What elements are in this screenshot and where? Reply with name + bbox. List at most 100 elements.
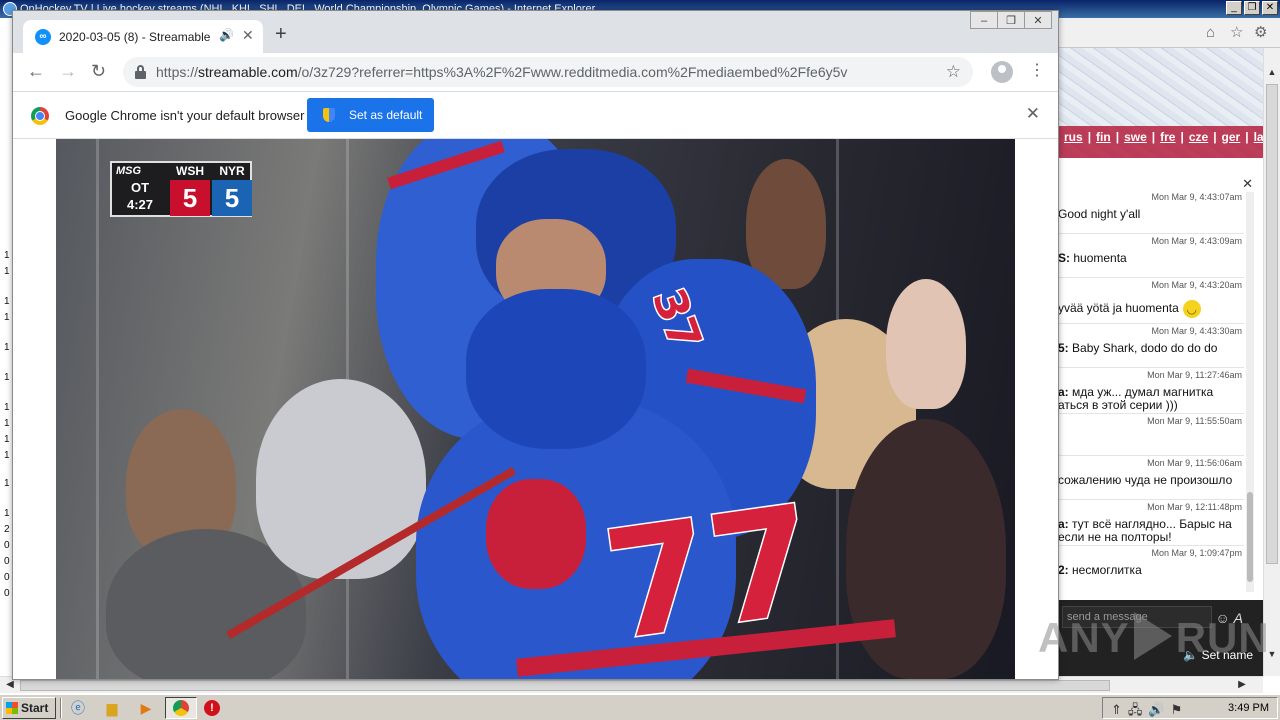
infobar-close-icon[interactable]: ✕ — [1026, 104, 1040, 124]
left-strip-char: 1 — [4, 402, 10, 413]
chat-timestamp: Mon Mar 9, 4:43:07am — [1151, 192, 1242, 202]
ie-restore-button[interactable]: ❐ — [1244, 1, 1260, 15]
chat-message: Mon Mar 9, 11:55:50am — [1058, 414, 1244, 456]
home-icon[interactable]: ⌂ — [1206, 25, 1215, 41]
address-bar[interactable]: https://streamable.com/o/3z729?referrer=… — [123, 57, 973, 87]
chat-message: Mon Mar 9, 11:27:46am a: мда уж... думал… — [1058, 368, 1244, 414]
url-text[interactable]: https://streamable.com/o/3z729?referrer=… — [156, 64, 847, 80]
chat-body: тут всё наглядно... Барыс на — [1072, 517, 1232, 531]
language-links: rus | fin | swe | fre | cze | ger | la — [1064, 130, 1263, 144]
spectator-hand — [886, 279, 966, 409]
windows-flag-icon — [6, 702, 18, 714]
reload-icon[interactable]: ↻ — [91, 62, 106, 80]
favorites-star-icon[interactable]: ☆ — [1230, 25, 1243, 41]
chat-body: yvää yötä ja huomenta — [1058, 301, 1179, 316]
scorebug: MSG OT 4:27 WSH 5 NYR 5 — [110, 161, 252, 217]
chat-body: huomenta — [1073, 251, 1127, 265]
lang-link-ger[interactable]: ger — [1222, 130, 1241, 144]
watermark-text-right: RUN — [1175, 614, 1270, 661]
scroll-up-icon[interactable]: ▲ — [1264, 64, 1280, 80]
watermark-text-left: ANY — [1038, 614, 1130, 661]
ie-close-button[interactable]: ✕ — [1262, 1, 1278, 15]
chat-user: 2: — [1058, 563, 1069, 577]
left-strip-char: 1 — [4, 372, 10, 383]
left-strip-char: 0 — [4, 556, 10, 567]
profile-avatar-icon[interactable] — [991, 61, 1013, 83]
chat-user: S: — [1058, 251, 1070, 265]
home-score: 5 — [212, 180, 252, 216]
chat-body: Good night y'all — [1058, 207, 1141, 221]
back-arrow-icon[interactable]: ← — [27, 62, 45, 80]
ie-vscroll-thumb[interactable] — [1266, 84, 1278, 564]
taskbar-separator — [60, 698, 62, 718]
chat-body: мда уж... думал магнитка — [1072, 385, 1214, 399]
ie-vertical-scrollbar[interactable]: ▲ ▼ — [1263, 48, 1280, 676]
chat-message: Mon Mar 9, 11:56:06am сожалению чуда не … — [1058, 456, 1244, 500]
start-button[interactable]: Start — [2, 697, 56, 719]
tray-icons[interactable]: ⇑🖧🔊⚑ — [1111, 701, 1188, 720]
chrome-restore-button[interactable]: ❐ — [997, 11, 1025, 29]
chrome-taskbar-button[interactable] — [165, 697, 197, 719]
streamable-favicon-icon: ∞ — [35, 29, 51, 45]
chat-body: Baby Shark, dodo do do do — [1072, 341, 1218, 355]
speaker-icon[interactable]: 🔊 — [219, 28, 234, 42]
chrome-close-button[interactable]: ✕ — [1024, 11, 1052, 29]
chat-text: 2: несмоглитка — [1058, 564, 1142, 577]
chat-body: несмоглитка — [1072, 563, 1142, 577]
ie-minimize-button[interactable]: _ — [1226, 1, 1242, 15]
lang-link-cze[interactable]: cze — [1189, 130, 1208, 144]
chat-text: a: мда уж... думал магнитка аться в этой … — [1058, 386, 1213, 412]
infobar-message: Google Chrome isn't your default browser — [65, 108, 305, 123]
chrome-minimize-button[interactable]: – — [970, 11, 998, 29]
ie-quicklaunch-icon[interactable]: ⓔ — [68, 699, 88, 717]
chat-text: сожалению чуда не произошло — [1058, 474, 1232, 487]
chat-scrollbar[interactable] — [1246, 192, 1254, 592]
lang-link-fre[interactable]: fre — [1160, 130, 1175, 144]
away-team: WSH — [176, 164, 204, 178]
lang-link-swe[interactable]: swe — [1124, 130, 1147, 144]
lang-link-rus[interactable]: rus — [1064, 130, 1083, 144]
chat-timestamp: Mon Mar 9, 4:43:30am — [1151, 326, 1242, 336]
chrome-tabstrip: ∞ 2020-03-05 (8) - Streamable 🔊 ✕ + – ❐ … — [13, 11, 1058, 53]
chat-text: yvää yötä ja huomenta ◡ — [1058, 300, 1201, 318]
ie-page-content: rus | fin | swe | fre | cze | ger | la ✕ Mon Mar 9, … — [1058, 48, 1263, 676]
spectator-white-sleeve — [256, 379, 426, 579]
lang-link-fin[interactable]: fin — [1096, 130, 1111, 144]
tab-close-icon[interactable]: ✕ — [242, 27, 254, 44]
chat-user: a: — [1058, 517, 1069, 531]
network-logo: MSG — [116, 165, 142, 177]
lang-link-la[interactable]: la — [1254, 130, 1263, 144]
chrome-taskbar-icon — [173, 700, 189, 716]
video-player[interactable]: 37 77 MSG OT 4:27 WSH 5 NYR 5 — [56, 139, 1015, 679]
set-as-default-button[interactable]: Set as default — [307, 98, 434, 132]
away-score: 5 — [170, 180, 210, 216]
stop-taskbar-icon[interactable]: ! — [204, 700, 220, 716]
left-strip-char: 1 — [4, 418, 10, 429]
chat-text: S: huomenta — [1058, 252, 1127, 265]
settings-gear-icon[interactable]: ⚙ — [1254, 25, 1267, 41]
period: OT — [130, 180, 150, 195]
tab-streamable[interactable]: ∞ 2020-03-05 (8) - Streamable 🔊 ✕ — [23, 20, 263, 53]
scroll-right-icon[interactable]: ▶ — [1234, 677, 1250, 693]
kebab-menu-icon[interactable]: ⋮ — [1029, 62, 1045, 80]
new-tab-plus-icon[interactable]: + — [275, 24, 287, 44]
left-strip-char: 1 — [4, 312, 10, 323]
chat-message: Mon Mar 9, 12:11:48pm a: тут всё наглядн… — [1058, 500, 1244, 546]
media-player-quicklaunch-icon[interactable]: ▶ — [136, 699, 156, 717]
url-host: streamable.com — [198, 64, 298, 80]
chat-panel: ✕ Mon Mar 9, 4:43:07am Good night y'all … — [1058, 170, 1263, 676]
url-scheme: https:// — [156, 64, 199, 80]
forward-arrow-icon[interactable]: → — [59, 62, 77, 80]
chat-timestamp: Mon Mar 9, 4:43:09am — [1151, 236, 1242, 246]
left-strip-char: 0 — [4, 540, 10, 551]
bookmark-star-icon[interactable]: ☆ — [946, 62, 961, 82]
left-strip-char: 1 — [4, 266, 10, 277]
ie-hscroll-thumb[interactable] — [20, 680, 1110, 691]
chat-message: Mon Mar 9, 4:43:20am yvää yötä ja huomen… — [1058, 278, 1244, 324]
left-strip-char: 1 — [4, 478, 10, 489]
chat-scroll-thumb[interactable] — [1247, 492, 1253, 582]
left-strip-char: 0 — [4, 588, 10, 599]
folder-quicklaunch-icon[interactable]: ▆ — [102, 699, 122, 717]
chat-timestamp: Mon Mar 9, 1:09:47pm — [1151, 548, 1242, 558]
lock-icon[interactable] — [135, 65, 146, 79]
